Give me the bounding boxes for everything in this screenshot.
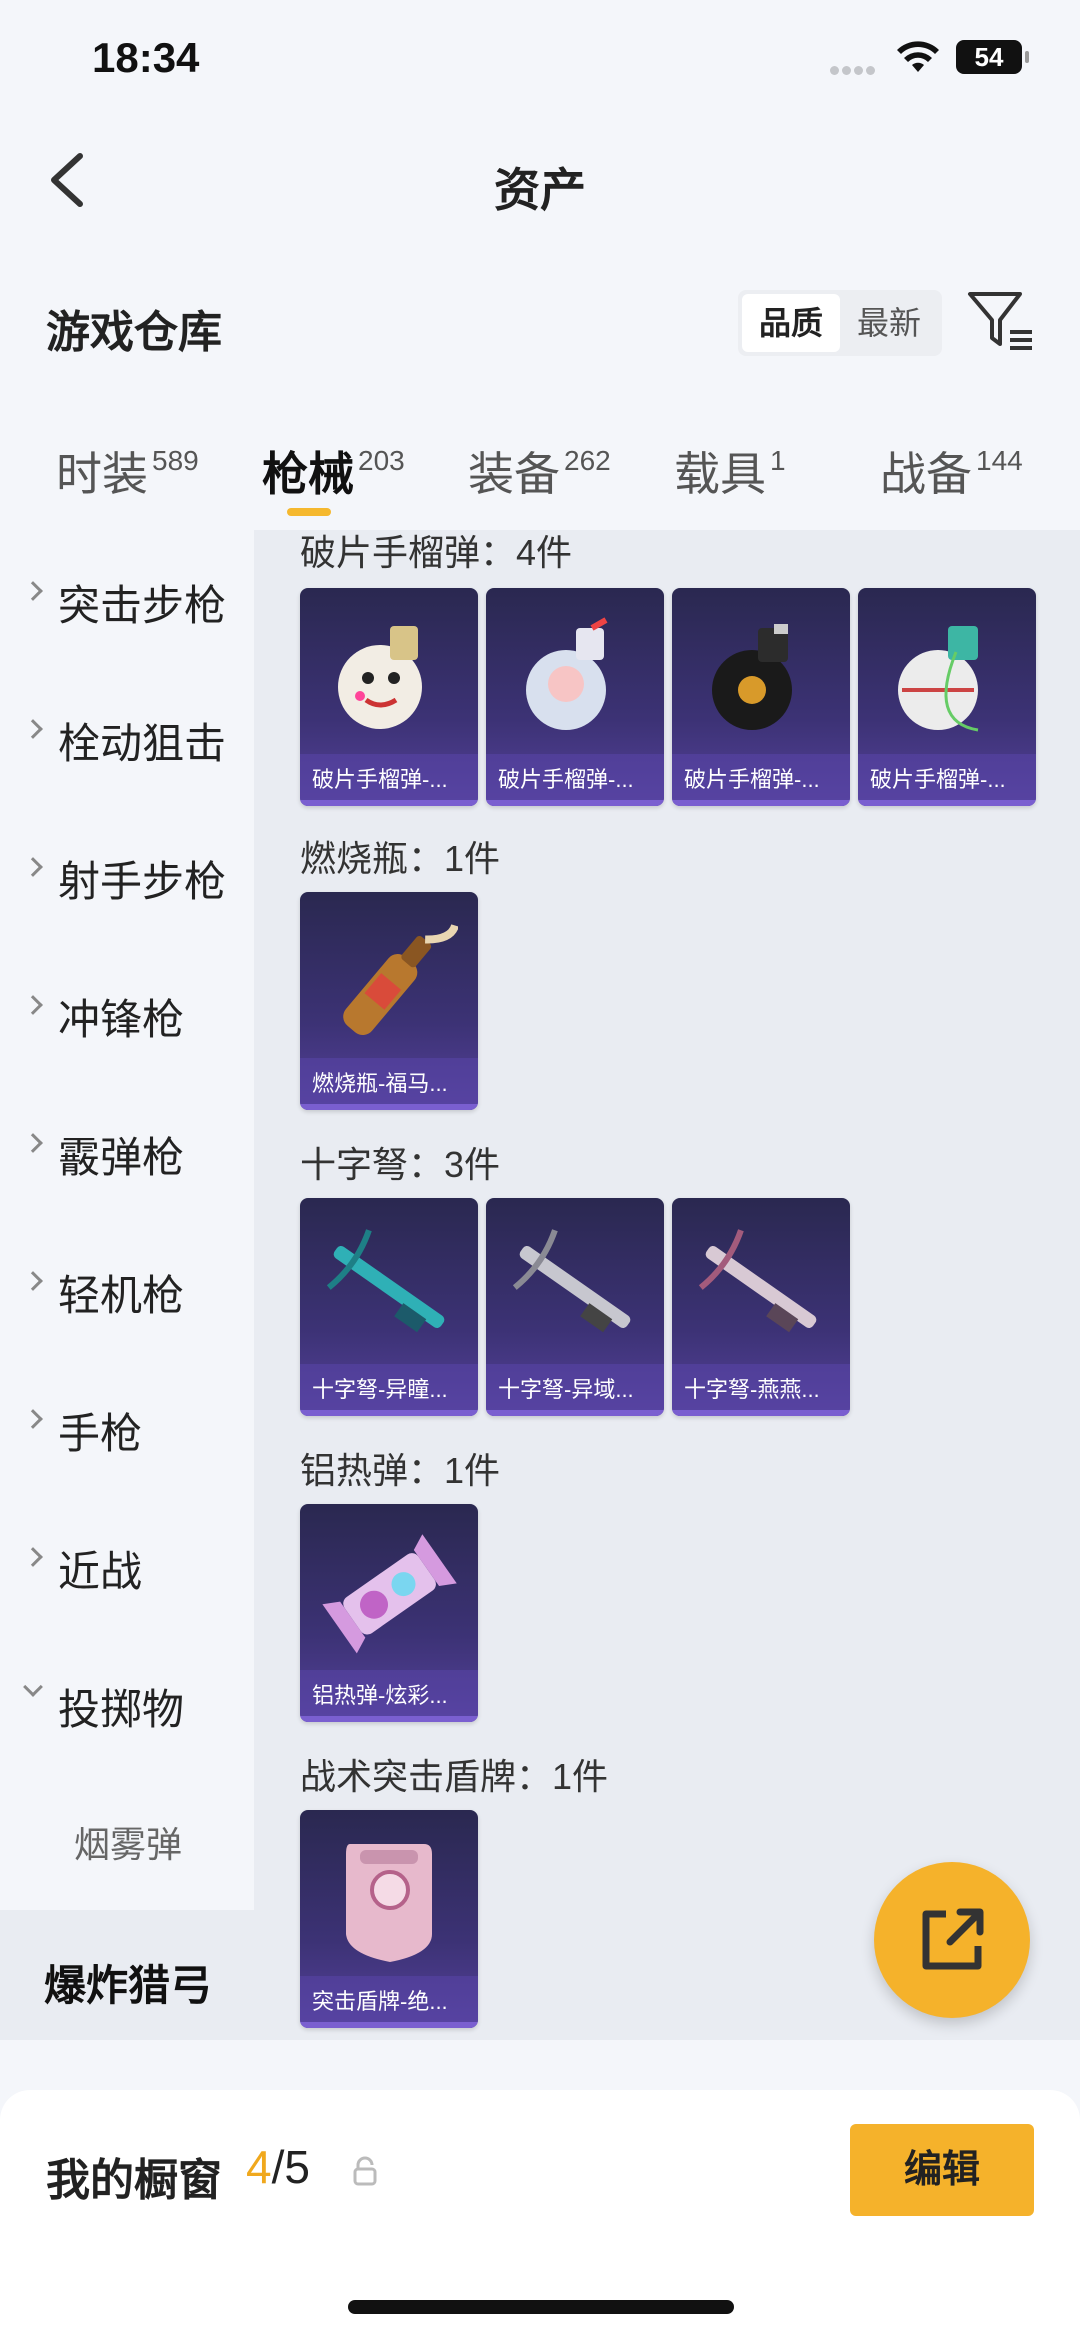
- sidebar-subitem-smoke[interactable]: 烟雾弹: [0, 1772, 254, 1910]
- group-title-frag-grenade: 破片手榴弹：4件: [300, 532, 573, 573]
- item-card[interactable]: 十字弩-异瞳...: [300, 1198, 478, 1416]
- molotov-bottle-icon: [343, 924, 458, 1036]
- sidebar-item-smg[interactable]: 冲锋枪: [0, 944, 254, 1082]
- frag-grenade-snowman-icon: [338, 626, 422, 729]
- chevron-right-icon: [23, 1547, 43, 1567]
- crossbow-pink-icon: [698, 1229, 817, 1333]
- sort-toggle: 品质 最新: [738, 290, 942, 356]
- weapon-category-sidebar: 突击步枪 栓动狙击 射手步枪 冲锋枪 霰弹枪 轻机枪 手枪 近战 投掷物 烟雾弹…: [0, 530, 254, 2040]
- chevron-right-icon: [23, 581, 43, 601]
- showcase-count: 4/5: [246, 2141, 310, 2193]
- sidebar-item-explosive-bow[interactable]: 爆炸猎弓: [0, 1910, 254, 2040]
- sidebar-item-throwables[interactable]: 投掷物: [0, 1634, 254, 1772]
- item-card[interactable]: 破片手榴弹-...: [858, 588, 1036, 806]
- group-title-crossbow: 十字弩：3件: [300, 1144, 501, 1185]
- chevron-right-icon: [23, 1409, 43, 1429]
- sidebar-item-lmg[interactable]: 轻机枪: [0, 1220, 254, 1358]
- cellular-signal-icon: [830, 62, 882, 75]
- nav-bar: 资产: [0, 120, 1080, 240]
- item-card[interactable]: 破片手榴弹-...: [672, 588, 850, 806]
- group-title-molotov: 燃烧瓶：1件: [300, 838, 501, 879]
- share-export-icon: [922, 1908, 984, 1970]
- item-card[interactable]: 破片手榴弹-...: [300, 588, 478, 806]
- tab-equipment[interactable]: 装备 262: [468, 438, 611, 504]
- active-tab-indicator: [287, 508, 331, 516]
- sidebar-item-assault-rifle[interactable]: 突击步枪: [0, 530, 254, 668]
- item-card[interactable]: 燃烧瓶-福马...: [300, 892, 478, 1110]
- warehouse-title: 游戏仓库: [46, 308, 222, 357]
- tab-firearms[interactable]: 枪械 203: [262, 438, 405, 504]
- item-card[interactable]: 铝热弹-炫彩...: [300, 1504, 478, 1722]
- item-card[interactable]: 破片手榴弹-...: [486, 588, 664, 806]
- tab-supplies[interactable]: 战备 144: [880, 438, 1023, 504]
- thermite-candy-icon: [322, 1534, 457, 1654]
- sort-option-newest[interactable]: 最新: [840, 294, 938, 352]
- item-card[interactable]: 十字弩-异域...: [486, 1198, 664, 1416]
- filter-icon[interactable]: [966, 288, 1036, 354]
- chevron-right-icon: [23, 1133, 43, 1153]
- chevron-right-icon: [23, 995, 43, 1015]
- status-time: 18:34: [92, 34, 200, 81]
- sidebar-item-melee[interactable]: 近战: [0, 1496, 254, 1634]
- wifi-icon: [897, 41, 939, 72]
- lock-icon: [353, 2156, 377, 2186]
- share-button[interactable]: [874, 1862, 1030, 2018]
- showcase-title: 我的橱窗: [46, 2156, 222, 2205]
- group-title-tactical-shield: 战术突击盾牌：1件: [300, 1756, 609, 1797]
- chevron-right-icon: [23, 857, 43, 877]
- frag-grenade-black-icon: [712, 624, 792, 730]
- sidebar-item-shotgun[interactable]: 霰弹枪: [0, 1082, 254, 1220]
- crossbow-teal-icon: [326, 1229, 445, 1333]
- tab-fashion[interactable]: 时装 589: [56, 438, 199, 504]
- sidebar-item-marksman-rifle[interactable]: 射手步枪: [0, 806, 254, 944]
- group-title-thermite: 铝热弹：1件: [300, 1450, 501, 1491]
- sidebar-item-pistol[interactable]: 手枪: [0, 1358, 254, 1496]
- home-indicator: [348, 2300, 734, 2314]
- chevron-right-icon: [23, 1271, 43, 1291]
- page-title: 资产: [494, 164, 586, 216]
- crossbow-silver-icon: [512, 1229, 631, 1333]
- frag-grenade-white-icon: [898, 626, 979, 732]
- category-tabs: 时装 589 枪械 203 装备 262 载具 1 战备 144: [0, 428, 1080, 528]
- item-card[interactable]: 突击盾牌-绝...: [300, 1810, 478, 2028]
- assault-shield-icon: [346, 1844, 432, 1962]
- item-card[interactable]: 十字弩-燕燕...: [672, 1198, 850, 1416]
- status-bar: 18:34 54: [0, 0, 1080, 120]
- chevron-right-icon: [23, 719, 43, 739]
- battery-icon: 54: [956, 40, 1029, 74]
- sidebar-item-bolt-sniper[interactable]: 栓动狙击: [0, 668, 254, 806]
- edit-button[interactable]: 编辑: [850, 2124, 1034, 2216]
- sort-option-quality[interactable]: 品质: [742, 294, 840, 352]
- item-grid-panel: 破片手榴弹：4件 破片手榴弹-... 破片手榴弹-... 破片手榴弹-... 破…: [254, 530, 1080, 2040]
- chevron-down-icon: [23, 1677, 43, 1697]
- frag-grenade-bunny-icon: [526, 617, 608, 730]
- tab-vehicles[interactable]: 载具 1: [674, 438, 786, 504]
